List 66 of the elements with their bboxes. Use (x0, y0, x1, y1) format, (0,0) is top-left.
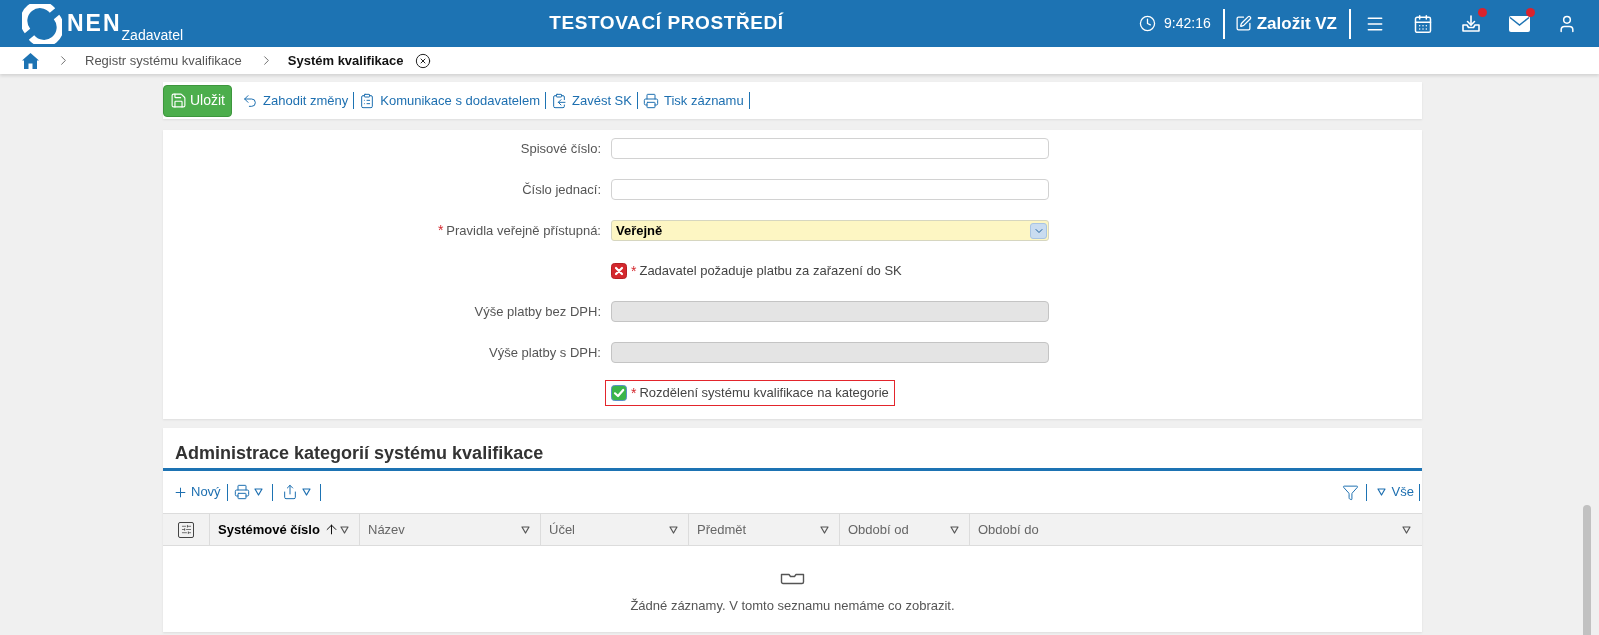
clipboard-arrow-icon (551, 92, 567, 109)
home-icon[interactable] (22, 52, 39, 69)
filter-icon[interactable] (1341, 483, 1359, 501)
toolbar-link[interactable]: Zahodit změny (238, 90, 353, 111)
filter-triangle-icon[interactable] (669, 525, 678, 534)
environment-title: TESTOVACÍ PROSTŘEDÍ (549, 11, 784, 36)
column-header[interactable]: Název (360, 514, 541, 545)
toolbar-link[interactable]: Zavést SK (547, 90, 636, 111)
field-label: Číslo jednací: (522, 180, 601, 199)
plus-icon (173, 484, 188, 500)
printer-icon[interactable] (233, 484, 250, 500)
required-asterisk: * (631, 263, 637, 279)
toolbar-link[interactable]: Komunikace s dodavatelem (355, 90, 544, 111)
select-field[interactable]: Veřejně (611, 220, 1049, 241)
view-filter-button[interactable]: Vše (1376, 482, 1414, 502)
column-header[interactable]: Období do (970, 514, 1421, 545)
filter-triangle-icon[interactable] (950, 525, 959, 534)
share-icon[interactable] (281, 484, 298, 500)
checkbox-label[interactable]: Rozdělení systému kvalifikace na kategorie (639, 383, 889, 403)
filter-triangle-icon[interactable] (820, 525, 829, 534)
field-label: Pravidla veřejně přístupná: (446, 221, 601, 240)
breadcrumb-link[interactable]: Systém kvalifikace (287, 50, 404, 71)
column-header[interactable]: Předmět (689, 514, 840, 545)
new-button[interactable]: Nový (173, 482, 221, 502)
logo-icon (22, 3, 62, 44)
filter-triangle-icon[interactable] (521, 525, 530, 534)
clipboard-icon (359, 92, 376, 109)
user-icon[interactable] (1557, 13, 1577, 34)
undo-arrow-icon (242, 92, 258, 109)
checkbox-label[interactable]: Zadavatel požaduje platbu za zařazení do SK (639, 261, 902, 281)
toolbar-link[interactable]: Tisk záznamu (638, 90, 748, 111)
column-header[interactable]: Systémové číslo (210, 514, 360, 545)
input-field[interactable] (611, 179, 1049, 200)
edit-icon (1234, 15, 1252, 32)
filter-triangle-icon[interactable] (340, 525, 349, 534)
clock-icon (1139, 15, 1156, 32)
column-header[interactable]: Účel (541, 514, 689, 545)
breadcrumb-link[interactable]: Registr systému kvalifikace (85, 50, 242, 71)
scrollbar-thumb[interactable] (1583, 505, 1591, 635)
checkbox[interactable] (611, 385, 627, 401)
field-label: Výše platby s DPH: (489, 343, 601, 362)
calendar-icon[interactable] (1413, 13, 1433, 34)
dropdown-triangle-icon[interactable] (1376, 488, 1386, 496)
checkbox[interactable] (611, 263, 627, 279)
input-field[interactable] (611, 138, 1049, 159)
session-time: 9:42:16 (1164, 14, 1211, 33)
field-label: Výše platby bez DPH: (474, 302, 601, 321)
empty-message: Žádné záznamy. V tomto seznamu nemáme co zobrazit. (630, 597, 955, 615)
dropdown-button[interactable] (1030, 222, 1047, 239)
logo-subtitle: Zadavatel (121, 27, 184, 42)
field-label: Spisové číslo: (520, 139, 601, 158)
close-icon[interactable] (415, 52, 432, 69)
download-icon[interactable] (1461, 13, 1481, 34)
dropdown-triangle-icon[interactable] (253, 488, 263, 496)
filter-triangle-icon[interactable] (1402, 525, 1411, 534)
column-header[interactable]: Období od (840, 514, 970, 545)
column-settings-icon[interactable] (178, 521, 194, 538)
envelope-icon[interactable] (1508, 15, 1530, 32)
printer-icon (642, 92, 659, 109)
empty-tray-icon (780, 573, 805, 585)
create-tender-button[interactable]: Založit VZ (1234, 10, 1337, 37)
logo-text: NEN (67, 12, 122, 35)
section-title: Administrace kategorií systému kvalifikace (175, 442, 544, 465)
dropdown-triangle-icon[interactable] (301, 488, 311, 496)
required-asterisk: * (631, 385, 637, 401)
required-asterisk: * (437, 221, 444, 240)
